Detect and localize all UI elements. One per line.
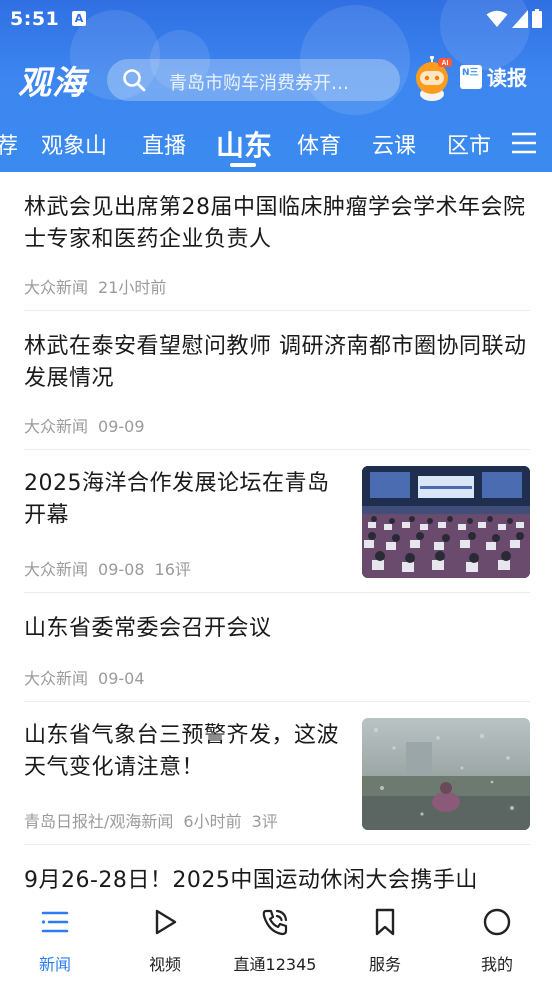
- article-source: 大众新闻: [24, 560, 89, 579]
- nav-mine[interactable]: 我的: [442, 907, 552, 975]
- tab-cloud-class[interactable]: 云课: [372, 128, 416, 160]
- conference-hall-photo[interactable]: [362, 466, 530, 578]
- article-source: 青岛日报社/观海新闻: [24, 812, 174, 831]
- nav-label: 新闻: [38, 955, 71, 974]
- nav-hotline[interactable]: 直通12345: [220, 907, 330, 975]
- tab-shandong[interactable]: 山东: [216, 124, 272, 164]
- tab-sports[interactable]: 体育: [297, 128, 341, 160]
- rainy-street-photo[interactable]: [362, 718, 530, 830]
- channel-menu-icon[interactable]: [512, 132, 536, 154]
- read-paper-label: 读报: [487, 66, 527, 90]
- nav-label: 服务: [368, 955, 401, 974]
- nav-services[interactable]: 服务: [330, 907, 440, 975]
- article-comments: 16评: [154, 560, 191, 579]
- article-meta: 大众新闻 21小时前: [24, 274, 176, 298]
- article-item[interactable]: 9月26-28日！2025中国运动休闲大会携手山: [24, 845, 530, 897]
- tab-guanxiangshan[interactable]: 观象山: [41, 128, 107, 160]
- article-time: 09-09: [98, 417, 145, 436]
- svg-text:AI: AI: [442, 60, 449, 67]
- article-item[interactable]: 山东省委常委会召开会议 大众新闻 09-04: [24, 593, 530, 702]
- status-bar: 5:51 A: [0, 0, 552, 38]
- status-time: 5:51: [10, 8, 60, 30]
- read-paper-button[interactable]: N三 读报: [460, 62, 527, 91]
- article-comments: 3评: [251, 812, 278, 831]
- nav-label: 直通12345: [233, 955, 317, 974]
- bottom-navigation: 新闻 视频 直通12345 服务 我的: [0, 897, 552, 983]
- article-meta: 大众新闻 09-09: [24, 413, 155, 437]
- signal-icon: [512, 9, 528, 28]
- article-title: 林武会见出席第28届中国临床肿瘤学会学术年会院士专家和医药企业负责人: [24, 195, 526, 252]
- notification-a-icon: A: [72, 11, 86, 26]
- article-source: 大众新闻: [24, 417, 89, 436]
- newspaper-icon: N三: [460, 64, 482, 89]
- news-feed[interactable]: 林武会见出席第28届中国临床肿瘤学会学术年会院士专家和医药企业负责人 大众新闻 2…: [0, 172, 552, 897]
- tab-districts[interactable]: 区市: [447, 128, 491, 160]
- article-meta: 大众新闻 09-04: [24, 665, 155, 689]
- article-meta: 大众新闻 09-08 16评: [24, 556, 201, 580]
- wifi-icon: [486, 10, 508, 27]
- channel-tabs: 荐 观象山 直播 山东 体育 云课 区市: [0, 122, 552, 168]
- active-tab-indicator: [230, 163, 256, 167]
- profile-circle-icon: [483, 908, 511, 936]
- article-title: 山东省气象台三预警齐发，这波天气变化请注意！: [24, 723, 340, 780]
- app-logo[interactable]: 观海: [18, 56, 86, 104]
- app-header: 5:51 A 观海 青岛市购车消费券开… AI N三 读报 荐 观象山 直播 山…: [0, 0, 552, 172]
- search-icon: [123, 69, 146, 92]
- search-placeholder: 青岛市购车消费券开…: [169, 73, 349, 94]
- article-meta: 青岛日报社/观海新闻 6小时前 3评: [24, 808, 288, 832]
- search-input[interactable]: 青岛市购车消费券开…: [107, 59, 400, 101]
- article-time: 6小时前: [183, 812, 242, 831]
- nav-label: 视频: [148, 955, 181, 974]
- article-source: 大众新闻: [24, 669, 89, 688]
- article-title: 2025海洋合作发展论坛在青岛开幕: [24, 471, 330, 528]
- article-title: 山东省委常委会召开会议: [24, 616, 272, 641]
- play-icon: [155, 909, 177, 935]
- bookmark-icon: [375, 908, 395, 936]
- news-list-icon: [41, 911, 69, 933]
- tab-live[interactable]: 直播: [142, 128, 186, 160]
- tab-recommend[interactable]: 荐: [0, 128, 18, 160]
- article-source: 大众新闻: [24, 278, 89, 297]
- article-item[interactable]: 林武在泰安看望慰问教师 调研济南都市圈协同联动发展情况 大众新闻 09-09: [24, 331, 530, 450]
- article-item[interactable]: 山东省气象台三预警齐发，这波天气变化请注意！ 青岛日报社/观海新闻 6小时前 3评: [24, 702, 530, 845]
- article-time: 21小时前: [98, 278, 167, 297]
- article-title: 林武在泰安看望慰问教师 调研济南都市圈协同联动发展情况: [24, 334, 527, 391]
- nav-label: 我的: [480, 955, 513, 974]
- nav-video[interactable]: 视频: [110, 907, 220, 975]
- article-time: 09-04: [98, 669, 145, 688]
- article-time: 09-08: [98, 560, 145, 579]
- phone-call-icon: [262, 909, 288, 936]
- article-title: 9月26-28日！2025中国运动休闲大会携手山: [24, 868, 478, 893]
- article-item[interactable]: 2025海洋合作发展论坛在青岛开幕 大众新闻 09-08 16评: [24, 450, 530, 593]
- battery-icon: [532, 9, 542, 28]
- nav-news[interactable]: 新闻: [0, 907, 110, 975]
- article-item[interactable]: 林武会见出席第28届中国临床肿瘤学会学术年会院士专家和医药企业负责人 大众新闻 2…: [24, 192, 530, 311]
- ai-robot-icon[interactable]: AI: [410, 56, 454, 102]
